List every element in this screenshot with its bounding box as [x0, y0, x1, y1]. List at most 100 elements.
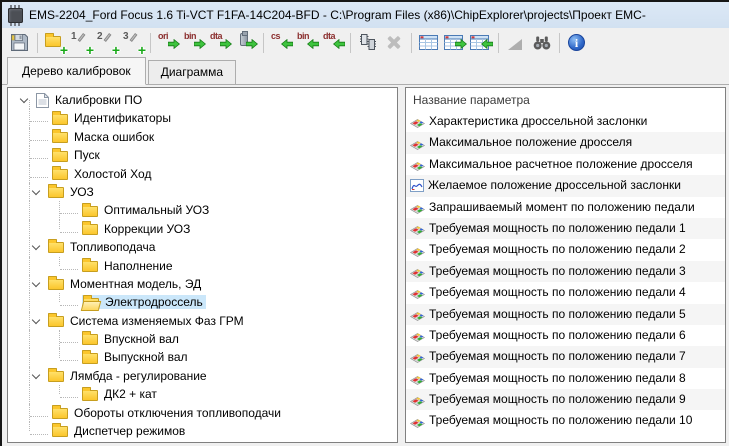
import-dta-button[interactable]: dta — [321, 31, 345, 55]
import-bin-button[interactable]: bin — [295, 31, 319, 55]
tree-item-label: Топливоподача — [70, 240, 155, 254]
search-button[interactable] — [530, 31, 554, 55]
tree-item[interactable]: Диспетчер режимов — [8, 422, 397, 440]
tree-item[interactable]: Выпускной вал — [8, 348, 397, 366]
toolbar-separator — [37, 33, 38, 53]
add-project-button[interactable]: + — [43, 31, 67, 55]
tab-calibration-tree[interactable]: Дерево калибровок — [7, 57, 146, 85]
toolbar-separator — [150, 33, 151, 53]
parameter-row[interactable]: Требуемая мощность по положению педали 9 — [406, 389, 725, 410]
tree-item[interactable]: УОЗ — [8, 183, 397, 201]
toolbar-separator — [411, 33, 412, 53]
folder-icon — [52, 114, 68, 125]
export-flash-button[interactable] — [234, 31, 258, 55]
tab-label: Дерево калибровок — [22, 64, 131, 78]
folder-icon — [52, 132, 68, 143]
parameter-label: Требуемая мощность по положению педали 9 — [429, 389, 686, 410]
folder-icon — [48, 316, 64, 327]
parameter-label: Требуемая мощность по положению педали 6 — [429, 325, 686, 346]
import-cs-button[interactable]: cs — [269, 31, 293, 55]
tree-item-label: Наполнение — [104, 259, 173, 273]
tree-item-root[interactable]: Калибровки ПО — [8, 91, 397, 109]
parameter-row[interactable]: Требуемая мощность по положению педали 1… — [406, 410, 725, 431]
export-dta-button[interactable]: dta — [208, 31, 232, 55]
file-type-label: cs — [271, 31, 280, 41]
folder-icon — [82, 353, 98, 364]
map-3d-icon — [410, 201, 425, 214]
pencil-icon — [130, 33, 138, 42]
parameter-label: Характеристика дроссельной заслонки — [429, 111, 647, 132]
parameter-row[interactable]: Желаемое положение дроссельной заслонки — [406, 175, 725, 196]
tree-item[interactable]: Коррекции УОЗ — [8, 220, 397, 238]
tree-item-label: Моментная модель, ЭД — [70, 277, 201, 291]
tree-item[interactable]: Впускной вал — [8, 330, 397, 348]
tree-item[interactable]: ДК2 + кат — [8, 385, 397, 403]
tree-item[interactable]: Пуск — [8, 146, 397, 164]
tree-item[interactable]: Топливоподача — [8, 238, 397, 256]
tree-item[interactable]: Холостой Ход — [8, 165, 397, 183]
parameter-label: Желаемое положение дроссельной заслонки — [428, 175, 681, 196]
parameter-row[interactable]: Запрашиваемый момент по положению педали — [406, 197, 725, 218]
parameter-row[interactable]: Требуемая мощность по положению педали 8 — [406, 368, 725, 389]
parameter-row[interactable]: Требуемая мощность по положению педали 2 — [406, 239, 725, 260]
add-slot-3-button[interactable]: 3 + — [121, 31, 145, 55]
tree-item[interactable]: Система изменяемых Фаз ГРМ — [8, 312, 397, 330]
tree-item-label: Лямбда - регулирование — [70, 369, 207, 383]
table-import-button[interactable] — [469, 31, 493, 55]
map-3d-icon — [410, 308, 425, 321]
map-3d-icon — [410, 329, 425, 342]
parameter-row[interactable]: Требуемая мощность по положению педали 1 — [406, 218, 725, 239]
delete-button[interactable] — [382, 31, 406, 55]
chevron-down-icon — [32, 279, 40, 287]
parameter-row[interactable]: Характеристика дроссельной заслонки — [406, 111, 725, 132]
x-icon — [386, 35, 401, 50]
save-button[interactable] — [8, 31, 32, 55]
folder-icon — [52, 408, 68, 419]
tree-item-label: Пуск — [74, 148, 100, 162]
parameter-row[interactable]: Максимальное положение дросселя — [406, 132, 725, 153]
export-bin-button[interactable]: bin — [182, 31, 206, 55]
table-export-button[interactable] — [443, 31, 467, 55]
parameter-row[interactable]: Требуемая мощность по положению педали 3 — [406, 261, 725, 282]
parameter-label: Требуемая мощность по положению педали 1… — [429, 410, 692, 431]
parameter-row[interactable]: Требуемая мощность по положению педали 4 — [406, 282, 725, 303]
tree-item[interactable]: Обороты отключения топливоподачи — [8, 404, 397, 422]
chevron-down-icon — [20, 95, 28, 103]
info-button[interactable] — [565, 31, 589, 55]
tab-diagram[interactable]: Диаграмма — [148, 60, 236, 84]
open-folder-icon — [83, 298, 99, 309]
plus-icon: + — [112, 42, 120, 58]
compare-chips-button[interactable] — [356, 31, 380, 55]
parameter-row[interactable]: Требуемая мощность по положению педали 7 — [406, 346, 725, 367]
folder-icon — [82, 390, 98, 401]
parameter-list: Название параметра Характеристика дроссе… — [405, 87, 726, 443]
table-icon — [419, 35, 438, 51]
tree-item-label: УОЗ — [70, 185, 94, 199]
map-3d-icon — [410, 415, 425, 428]
parameter-row[interactable]: Максимальное расчетное положение дроссел… — [406, 154, 725, 175]
info-icon — [568, 34, 585, 51]
arrow-right-icon — [194, 36, 206, 54]
tree-item[interactable]: Моментная модель, ЭД — [8, 275, 397, 293]
folder-icon — [82, 261, 98, 272]
add-slot-1-button[interactable]: 1 + — [69, 31, 93, 55]
tree-item[interactable]: Лямбда - регулирование — [8, 367, 397, 385]
parameter-label: Требуемая мощность по положению педали 2 — [429, 239, 686, 260]
add-slot-2-button[interactable]: 2 + — [95, 31, 119, 55]
tree-item-selected[interactable]: Электродроссель — [8, 293, 397, 311]
calibration-tree: Калибровки ПО Идентификаторы Маска ошибо… — [7, 87, 398, 443]
arrow-left-icon — [481, 36, 493, 54]
map-3d-icon — [410, 350, 425, 363]
tree-item[interactable]: Наполнение — [8, 257, 397, 275]
export-ori-button[interactable]: ori — [156, 31, 180, 55]
tree-item[interactable]: Оптимальный УОЗ — [8, 201, 397, 219]
folder-icon — [82, 334, 98, 345]
table-view-button[interactable] — [417, 31, 441, 55]
tree-item[interactable]: Идентификаторы — [8, 109, 397, 127]
slope-tool-button[interactable] — [504, 31, 528, 55]
tree-item[interactable]: Маска ошибок — [8, 128, 397, 146]
folder-icon — [48, 279, 64, 290]
parameter-row[interactable]: Требуемая мощность по положению педали 5 — [406, 304, 725, 325]
parameter-row[interactable]: Требуемая мощность по положению педали 6 — [406, 325, 725, 346]
plus-icon: + — [86, 42, 94, 58]
